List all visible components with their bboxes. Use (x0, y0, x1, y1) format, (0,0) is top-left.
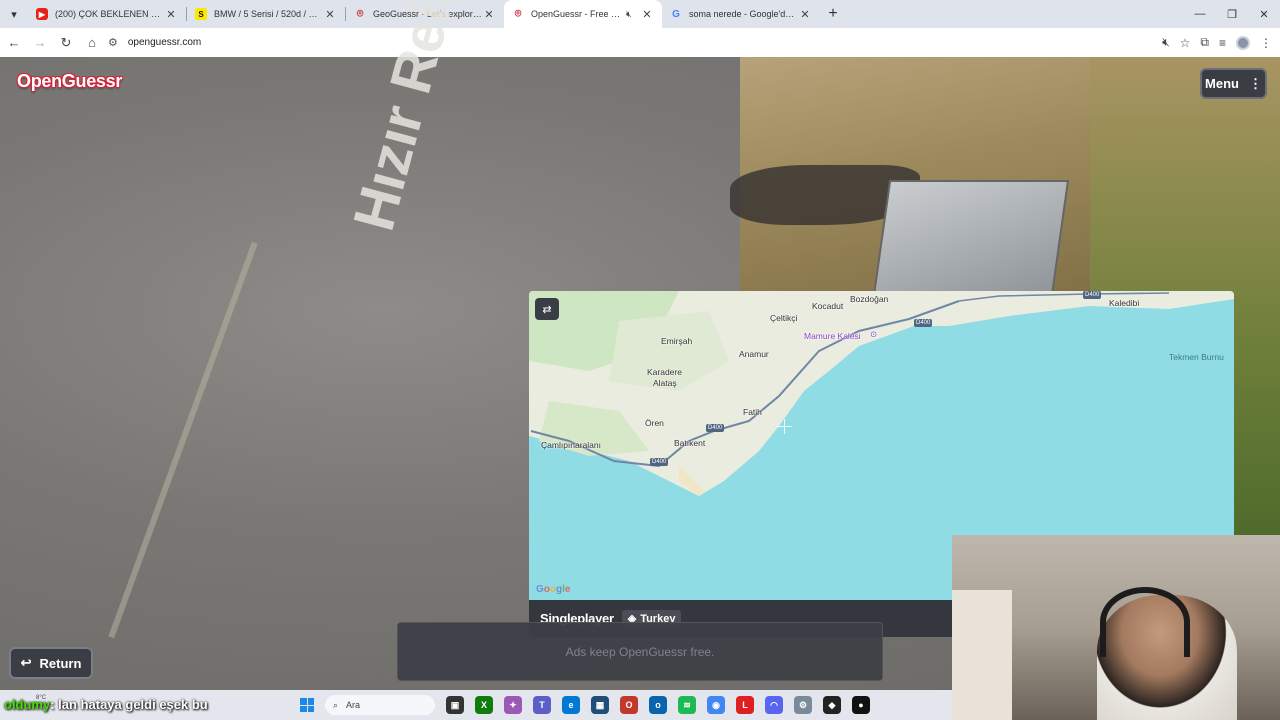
copilot-icon[interactable]: ✦ (504, 696, 522, 714)
map-label: Kaledibi (1109, 298, 1140, 308)
browser-menu-icon[interactable]: ⋮ (1260, 36, 1272, 50)
search-placeholder: Ara (346, 700, 361, 710)
tab-youtube[interactable]: ▶ (200) ÇOK BEKLENEN PSİKOLOJ ✕ (28, 0, 186, 28)
google-icon: G (672, 8, 680, 20)
map-label: Alataş (653, 378, 677, 388)
obs-icon[interactable]: ● (852, 696, 870, 714)
road-shield: D400 (650, 458, 669, 466)
settings-gear-icon[interactable]: ⚙ (794, 696, 812, 714)
address-bar[interactable]: ⚙ openguessr.com (108, 31, 1154, 55)
return-button[interactable]: ↩ Return (9, 647, 93, 679)
stream-chat-message: oldumy: lan hataya geldi eşek bu (4, 697, 208, 712)
map-label: Karadere (647, 367, 682, 377)
return-arrow-icon: ↩ (20, 655, 32, 670)
teams-icon[interactable]: T (533, 696, 551, 714)
tab-search-chevron-icon[interactable]: ▾ (0, 0, 28, 28)
youtube-icon: ▶ (36, 8, 48, 20)
xbox-icon[interactable]: X (475, 696, 493, 714)
mute-icon[interactable]: 🔇︎ (626, 9, 640, 20)
reading-list-icon[interactable]: ≡ (1219, 36, 1226, 50)
windows-start-icon[interactable] (300, 698, 314, 712)
opera-icon[interactable]: O (620, 696, 638, 714)
return-label: Return (39, 655, 82, 671)
map-settings-toggle-icon[interactable]: ⇄ (535, 298, 559, 320)
forward-arrow-icon[interactable]: → (28, 31, 52, 55)
steelseries-icon[interactable]: ◆ (823, 696, 841, 714)
close-icon[interactable]: ✕ (164, 8, 178, 21)
site-info-icon[interactable]: ⚙ (108, 36, 118, 49)
close-icon[interactable]: ✕ (482, 8, 496, 21)
taskbar-search[interactable]: ⌕ Ara (325, 695, 435, 715)
browser-tab-strip: ▾ ▶ (200) ÇOK BEKLENEN PSİKOLOJ ✕ S BMW … (0, 0, 1280, 28)
chrome-icon[interactable]: ◉ (707, 696, 725, 714)
ads-banner: Ads keep OpenGuessr free. (397, 622, 883, 681)
openguessr-logo[interactable]: OpenGuessr (17, 71, 122, 92)
chat-text: : lan hataya geldi eşek bu (50, 697, 208, 712)
map-label: Fatih (743, 407, 762, 417)
close-window-icon[interactable]: ✕ (1248, 0, 1280, 28)
restore-icon[interactable]: ❐ (1216, 0, 1248, 28)
bookmark-star-icon[interactable]: ☆ (1180, 36, 1191, 50)
kebab-menu-icon: ⋮ (1248, 75, 1262, 91)
close-icon[interactable]: ✕ (640, 8, 654, 21)
tab-title: (200) ÇOK BEKLENEN PSİKOLOJ (55, 9, 164, 19)
road-shield: D400 (706, 424, 725, 432)
webcam-overlay (952, 535, 1280, 720)
tab-bmw[interactable]: S BMW / 5 Serisi / 520d / Premiu ✕ (187, 0, 345, 28)
new-tab-button[interactable]: + (820, 5, 846, 23)
headphones-icon (1100, 587, 1190, 657)
url-text: openguessr.com (127, 37, 202, 48)
menu-label: Menu (1205, 76, 1239, 91)
map-label: Batıkent (674, 438, 706, 448)
chat-username: oldumy (4, 697, 51, 712)
close-icon[interactable]: ✕ (798, 8, 812, 21)
map-label: Anamur (739, 349, 769, 359)
extensions-puzzle-icon[interactable]: ⧉ (1200, 35, 1209, 50)
openguessr-pin-icon: ⌾ (514, 7, 522, 20)
road-shield: D400 (914, 319, 933, 327)
profile-avatar[interactable] (1236, 35, 1250, 50)
tab-title: OpenGuessr - Free GeoGue (531, 9, 626, 19)
geoguessr-pin-icon: ⌾ (356, 7, 364, 20)
edge-icon[interactable]: e (562, 696, 580, 714)
menu-button[interactable]: Menu ⋮ (1200, 68, 1267, 99)
ads-text: Ads keep OpenGuessr free. (565, 645, 715, 659)
map-label: Çeltikçi (770, 313, 798, 323)
lightshot-icon[interactable]: L (736, 696, 754, 714)
map-label: Çamlıpınaralanı (541, 440, 602, 450)
outlook-icon[interactable]: o (649, 696, 667, 714)
task-view-icon[interactable]: ▣ (446, 696, 464, 714)
map-label: Bozdoğan (850, 294, 889, 304)
minimize-icon[interactable]: — (1184, 0, 1216, 28)
map-label: Kocadut (812, 301, 844, 311)
tab-openguessr[interactable]: ⌾ OpenGuessr - Free GeoGue 🔇︎ ✕ (504, 0, 662, 28)
window-controls: — ❐ ✕ (1184, 0, 1280, 28)
webcam-background-door (952, 590, 1012, 720)
tab-google-search[interactable]: G soma nerede - Google'da Ara ✕ (662, 0, 820, 28)
home-icon[interactable]: ⌂ (80, 31, 104, 55)
discord-icon[interactable]: ◠ (765, 696, 783, 714)
tab-title: BMW / 5 Serisi / 520d / Premiu (214, 9, 323, 19)
sahibinden-icon: S (195, 8, 207, 20)
search-icon: ⌕ (333, 699, 339, 710)
map-label: Ören (645, 418, 664, 428)
map-label: Emirşah (661, 336, 693, 346)
browser-toolbar: ← → ↻ ⌂ ⚙ openguessr.com 🔇︎ ☆ ⧉ ≡ ⋮ (0, 28, 1280, 57)
map-label: Tekmen Burnu (1169, 352, 1224, 362)
google-attribution: Google (536, 584, 571, 595)
road-shield: D400 (1083, 291, 1102, 299)
muted-site-icon[interactable]: 🔇︎ (1162, 35, 1170, 50)
close-icon[interactable]: ✕ (323, 8, 337, 21)
castle-poi-icon[interactable]: ⊙ (870, 329, 877, 340)
tab-title: soma nerede - Google'da Ara (689, 9, 798, 19)
store-icon[interactable]: ▦ (591, 696, 609, 714)
reload-icon[interactable]: ↻ (54, 31, 78, 55)
spotify-icon[interactable]: ≋ (678, 696, 696, 714)
crosshair-cursor (777, 419, 792, 434)
back-arrow-icon[interactable]: ← (2, 31, 26, 55)
poi-label[interactable]: Mamure Kalesi (804, 331, 861, 341)
